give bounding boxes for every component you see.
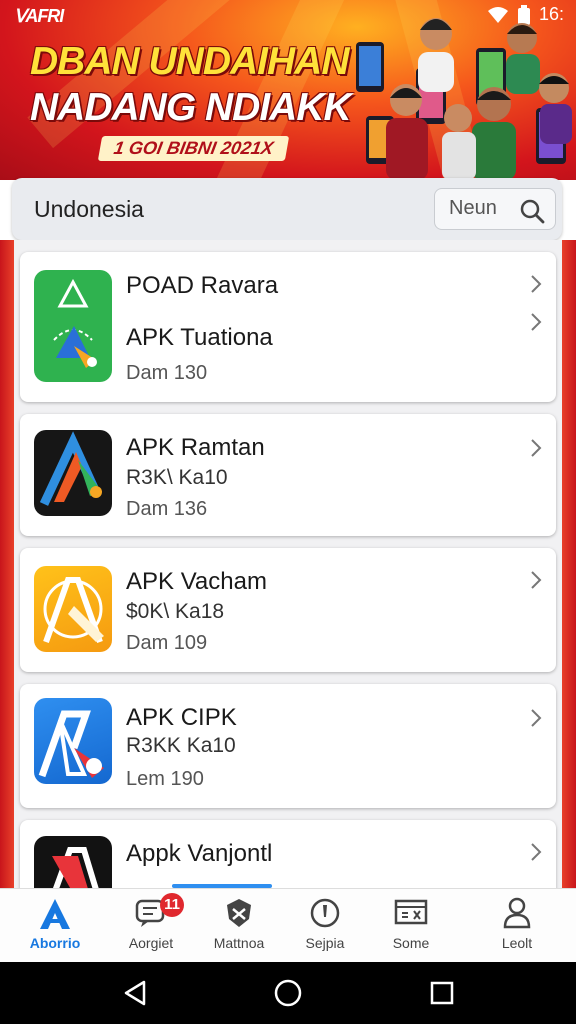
app-meta: Dam 130	[126, 362, 208, 384]
search-input[interactable]	[449, 197, 509, 220]
search-icon[interactable]	[519, 198, 545, 224]
list-item[interactable]: APK Ramtan R3K\ Ka10 Dam 136	[20, 414, 556, 536]
shield-tool-icon	[227, 899, 251, 927]
banner-headline-line1: DBAN UNDAIHAN	[30, 40, 349, 83]
app-subtitle: R3K\ Ka10	[126, 466, 228, 489]
chevron-right-icon	[531, 313, 542, 331]
nav-item-home[interactable]: Aborrio	[10, 889, 100, 963]
chevron-right-icon	[531, 571, 542, 589]
nav-item-store[interactable]: Some	[366, 889, 456, 963]
nav-label: Aorgiet	[128, 935, 174, 951]
nav-item-deals[interactable]: Sejpia	[280, 889, 370, 963]
app-subtitle: R3KK Ka10	[126, 734, 236, 757]
dark-orange-triangle-app-icon	[34, 430, 112, 516]
app-title: APK Ramtan	[126, 434, 265, 461]
app-list[interactable]: POAD Ravara APK Tuationa Dam 130 APK Ram…	[0, 240, 576, 888]
tag-icon	[310, 898, 340, 928]
system-navigation-bar	[0, 962, 576, 1024]
region-label[interactable]: Undonesia	[34, 196, 144, 223]
notification-badge: 11	[160, 893, 184, 917]
nav-item-messages[interactable]: 11 Aorgiet	[106, 889, 196, 963]
a-logo-icon	[40, 899, 70, 929]
recents-icon[interactable]	[428, 978, 456, 1008]
search-header: Undonesia	[12, 178, 562, 240]
back-icon[interactable]	[120, 978, 150, 1008]
dark-red-triangle-app-icon	[34, 836, 112, 888]
bottom-navigation: Aborrio 11 Aorgiet Mattnoa Sejpia Some L…	[0, 888, 576, 963]
chevron-right-icon	[531, 843, 542, 861]
promo-banner[interactable]: ᐯAFRI 16: DBAN UNDAIHAN NADANG NDIAKK 1 …	[0, 0, 576, 180]
nav-label: Some	[392, 935, 430, 951]
chevron-right-icon	[531, 709, 542, 727]
home-icon[interactable]	[273, 978, 303, 1008]
chevron-right-icon	[531, 275, 542, 293]
brand-logo: ᐯAFRI	[14, 6, 64, 26]
people-with-phones-illustration	[356, 18, 572, 180]
list-item[interactable]: Appk Vanjontl	[20, 820, 556, 888]
app-title: POAD Ravara	[126, 272, 279, 299]
list-item[interactable]: POAD Ravara APK Tuationa Dam 130	[20, 252, 556, 402]
app-title: APK CIPK	[126, 704, 237, 731]
cart-icon	[394, 899, 428, 925]
nav-item-profile[interactable]: Leolt	[472, 889, 562, 963]
chevron-right-icon	[531, 439, 542, 457]
list-item[interactable]: APK CIPK R3KK Ka10 Lem 190	[20, 684, 556, 808]
nav-item-tools[interactable]: Mattnoa	[194, 889, 284, 963]
nav-label: Aborrio	[29, 935, 81, 951]
app-title: APK Vacham	[126, 568, 267, 595]
app-subtitle: $0K\ Ka18	[126, 600, 225, 623]
banner-headline-line2: NADANG NDIAKK	[30, 86, 352, 129]
app-meta: Dam 109	[126, 632, 208, 654]
blue-triangle-app-icon	[34, 698, 112, 784]
green-triangle-app-icon	[34, 270, 112, 382]
search-box[interactable]	[434, 188, 556, 230]
user-icon	[503, 897, 531, 929]
app-meta: Dam 136	[126, 498, 208, 520]
app-title: Appk Vanjontl	[126, 840, 273, 867]
nav-label: Sejpia	[305, 935, 345, 951]
banner-subtitle: 1 GOI BIBNI 2021X	[97, 136, 290, 161]
nav-label: Mattnoa	[213, 935, 265, 951]
app-subtitle: APK Tuationa	[126, 324, 273, 351]
yellow-compass-app-icon	[34, 566, 112, 652]
app-meta: Lem 190	[126, 768, 204, 790]
nav-label: Leolt	[501, 935, 533, 951]
list-item[interactable]: APK Vacham $0K\ Ka18 Dam 109	[20, 548, 556, 672]
